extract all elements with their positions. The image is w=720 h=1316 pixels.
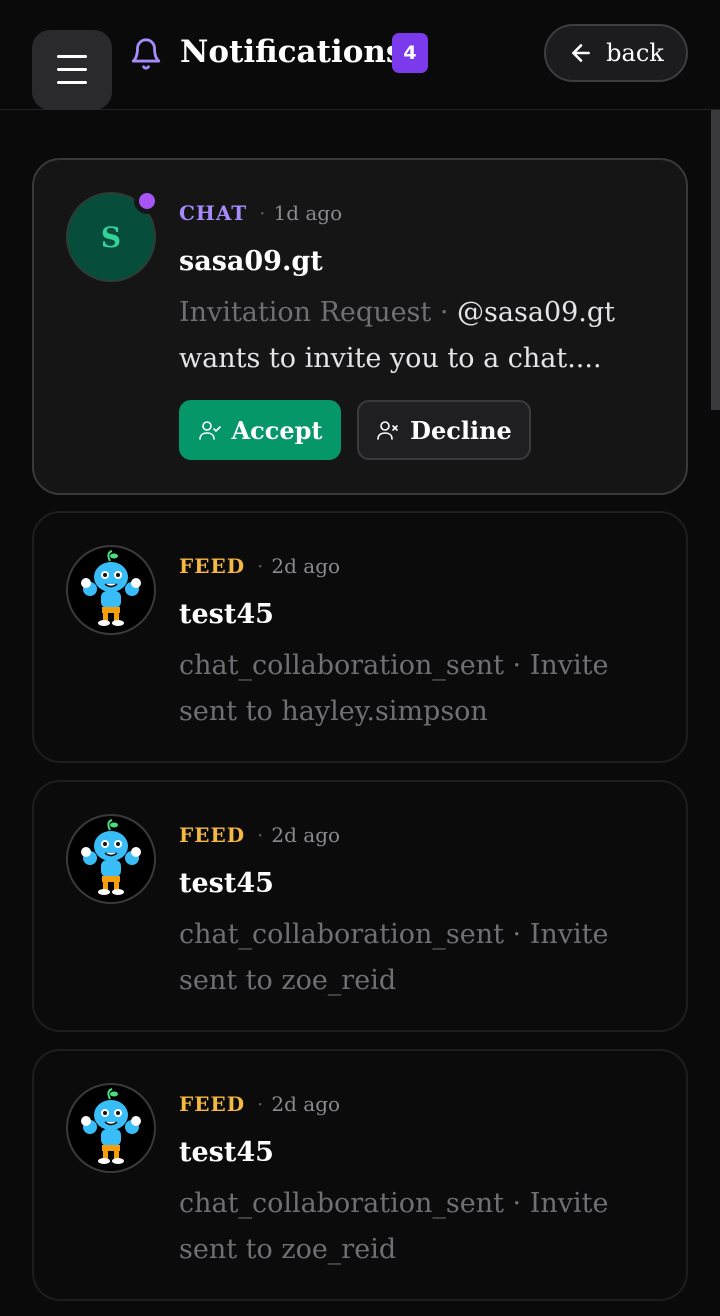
decline-label: Decline <box>410 415 512 445</box>
unread-indicator <box>134 188 160 214</box>
timestamp: 2d ago <box>271 554 341 578</box>
notification-text: chat_collaboration_sent · Invite sent to… <box>179 650 609 727</box>
top-bar: Notifications 4 back <box>0 0 720 110</box>
robot-mascot-icon <box>81 550 141 626</box>
notification-card[interactable]: FEED · 2d ago test45 chat_collaboration_se… <box>32 780 688 1032</box>
scrollbar[interactable] <box>711 110 720 410</box>
robot-mascot-icon <box>81 819 141 895</box>
avatar-initial: S <box>100 220 122 254</box>
sender-name: sasa09.gt <box>179 246 323 277</box>
notification-card[interactable]: FEED · 2d ago test45 chat_collaboration_se… <box>32 511 688 763</box>
notification-card[interactable]: FEED · 2d ago test45 chat_collaboration_se… <box>32 1049 688 1301</box>
arrow-left-icon <box>572 44 591 62</box>
separator-dot: · <box>259 201 266 225</box>
notification-meta: FEED · 2d ago <box>179 553 340 579</box>
sender-handle: @sasa09.gt <box>457 297 616 328</box>
notification-text: Invitation Request · @sasa09.gt wants to… <box>179 290 649 382</box>
robot-mascot-icon <box>81 1088 141 1164</box>
timestamp: 2d ago <box>271 1092 341 1116</box>
decline-button[interactable]: Decline <box>357 400 531 460</box>
timestamp: 1d ago <box>273 201 343 225</box>
bell-icon <box>131 38 161 70</box>
category-label: CHAT <box>179 201 248 225</box>
notification-count-badge: 4 <box>392 33 428 73</box>
category-label: FEED <box>179 823 246 847</box>
page-title: Notifications <box>180 34 404 70</box>
notification-text: chat_collaboration_sent · Invite sent to… <box>179 919 609 996</box>
sender-name: test45 <box>179 599 274 630</box>
user-check-icon <box>198 421 221 440</box>
avatar <box>66 1083 156 1173</box>
request-type: Invitation Request <box>179 297 432 328</box>
notification-card[interactable]: S CHAT · 1d ago sasa09.gt Invitation Reque… <box>32 158 688 495</box>
sender-name: test45 <box>179 868 274 899</box>
accept-label: Accept <box>231 415 323 445</box>
notification-meta: FEED · 2d ago <box>179 822 340 848</box>
back-button-label: back <box>606 39 664 67</box>
request-message: wants to invite you to a chat.... <box>179 343 602 374</box>
separator-dot: · <box>257 1092 264 1116</box>
sender-name: test45 <box>179 1137 274 1168</box>
separator-dot: · <box>431 297 458 328</box>
category-label: FEED <box>179 554 246 578</box>
notification-text: chat_collaboration_sent · Invite sent to… <box>179 1188 609 1265</box>
avatar <box>66 545 156 635</box>
menu-button[interactable] <box>32 30 112 110</box>
notification-meta: CHAT · 1d ago <box>179 200 342 226</box>
separator-dot: · <box>257 554 264 578</box>
back-button[interactable]: back <box>544 24 688 82</box>
category-label: FEED <box>179 1092 246 1116</box>
avatar <box>66 814 156 904</box>
notification-meta: FEED · 2d ago <box>179 1091 340 1117</box>
user-x-icon <box>377 421 398 440</box>
accept-button[interactable]: Accept <box>179 400 341 460</box>
separator-dot: · <box>257 823 264 847</box>
timestamp: 2d ago <box>271 823 341 847</box>
